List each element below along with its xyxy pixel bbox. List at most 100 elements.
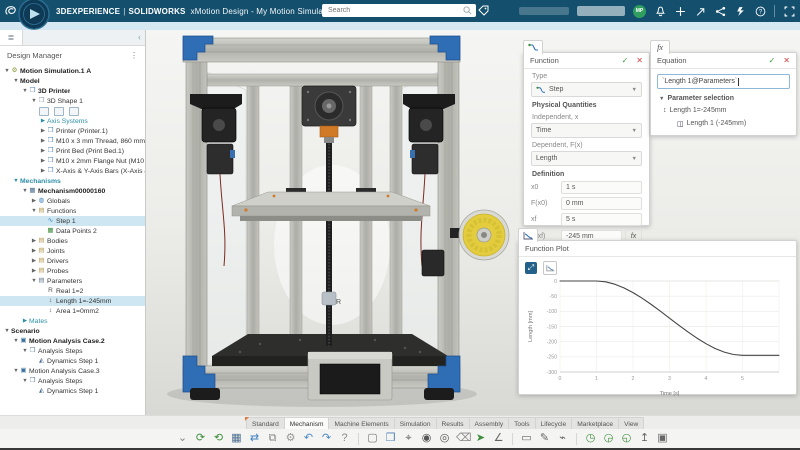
tree-row[interactable]: ▼Mechanisms	[0, 176, 145, 186]
tree-row[interactable]: ▼▦Mechanism00000160	[0, 186, 145, 196]
tree-row[interactable]: ▼▣Motion Analysis Case.3	[0, 366, 145, 376]
robot-icon[interactable]: ⌁	[556, 433, 569, 444]
tree-row[interactable]: RReal 1=2	[0, 286, 145, 296]
expander-closed-icon[interactable]: ▶	[30, 248, 38, 254]
ok-check-icon[interactable]: ✓	[769, 56, 776, 65]
tree-row[interactable]: ▶❒Print Bed (Print Bed.1)	[0, 146, 145, 156]
help-icon[interactable]: ?	[754, 5, 766, 17]
parameter-item[interactable]: ↕Length 1=-245mm	[651, 104, 796, 117]
briefcase-icon[interactable]: ▣	[656, 433, 669, 444]
tree-row[interactable]: ∿Step 1	[0, 216, 145, 226]
expander-open-icon[interactable]: ▼	[12, 178, 20, 184]
expander-open-icon[interactable]: ▼	[3, 328, 11, 334]
tree-row[interactable]: ◭Dynamics Step 1	[0, 356, 145, 366]
expander-open-icon[interactable]: ▼	[12, 78, 20, 84]
tree-row[interactable]: ▶❒Printer (Printer.1)	[0, 126, 145, 136]
cancel-x-icon[interactable]: ✕	[783, 56, 790, 65]
reload-icon[interactable]: ⇄	[248, 433, 261, 444]
cube-icon[interactable]: ❒	[384, 433, 397, 444]
view-eye-icon[interactable]: ◉	[420, 433, 433, 444]
flash-icon[interactable]	[734, 5, 746, 17]
function-panel-tab[interactable]	[523, 40, 543, 54]
equation-panel-tab[interactable]: fx	[650, 40, 670, 54]
field-value-input[interactable]: 1 s	[561, 181, 642, 194]
plane-yz-icon[interactable]	[54, 107, 64, 116]
tree-row[interactable]: ▼⚙Motion Simulation.1 A	[0, 66, 145, 76]
expander-open-icon[interactable]: ▼	[30, 98, 38, 104]
avatar[interactable]: MP	[633, 5, 646, 18]
tree-row[interactable]: ▼▤Parameters	[0, 276, 145, 286]
redo-icon[interactable]: ↷	[320, 433, 333, 444]
export-icon[interactable]: ⧉	[266, 433, 279, 444]
dependent-select[interactable]: Length ▼	[531, 151, 642, 166]
plane-zx-icon[interactable]	[69, 107, 79, 116]
expander-open-icon[interactable]: ▼	[21, 378, 29, 384]
expander-open-icon[interactable]: ▼	[12, 338, 20, 344]
printer-model[interactable]: R	[150, 30, 520, 418]
expander-closed-icon[interactable]: ▶	[39, 158, 47, 164]
ok-check-icon[interactable]: ✓	[622, 56, 629, 65]
expander-open-icon[interactable]: ▼	[21, 348, 29, 354]
tree-row[interactable]: ▼Scenario	[0, 326, 145, 336]
expander-closed-icon[interactable]: ▶	[30, 268, 38, 274]
tree-row[interactable]: ▼❒3D Shape 1	[0, 96, 145, 106]
history-back-icon[interactable]: ◶	[602, 433, 615, 444]
type-select[interactable]: Step ▼	[531, 82, 642, 97]
tree-row[interactable]: ▶Mates	[0, 316, 145, 326]
select-cursor-icon[interactable]: ➤	[474, 433, 487, 444]
field-value-input[interactable]: 5 s	[561, 213, 642, 226]
expander-closed-icon[interactable]: ▶	[21, 318, 29, 324]
app-subtitle[interactable]: xMotion Design - My Motion Simulations	[191, 7, 341, 16]
expander-open-icon[interactable]: ▼	[21, 88, 29, 94]
publish-icon[interactable]: ↥	[638, 433, 651, 444]
annotate-icon[interactable]: ✎	[538, 433, 551, 444]
bell-icon[interactable]	[654, 5, 666, 17]
parameter-selection-section[interactable]: ▼ Parameter selection	[651, 91, 796, 104]
tree-row[interactable]: ↕Area 1=0mm2	[0, 306, 145, 316]
3dexperience-compass-icon[interactable]	[17, 0, 53, 36]
plane-xy-icon[interactable]	[39, 107, 49, 116]
tree-row[interactable]: ▶❒M10 x 2mm Flange Nut (M10 x 2mm...	[0, 156, 145, 166]
dassault-3ds-logo-icon[interactable]	[4, 4, 18, 18]
tree-row[interactable]: ▼❒Analysis Steps	[0, 346, 145, 356]
expander-closed-icon[interactable]: ▶	[30, 198, 38, 204]
help-icon[interactable]: ?	[338, 433, 351, 444]
expander-closed-icon[interactable]: ▶	[39, 168, 47, 174]
expander-open-icon[interactable]: ▼	[30, 278, 38, 284]
expander-closed-icon[interactable]: ▶	[39, 118, 47, 124]
tree-row[interactable]: ◭Dynamics Step 1	[0, 386, 145, 396]
tree-row[interactable]: ↕Length 1=-245mm	[0, 296, 145, 306]
cancel-x-icon[interactable]: ✕	[636, 56, 643, 65]
expand-more-icon[interactable]: ⌄	[176, 433, 189, 444]
tree-row[interactable]: ▶❒X-Axis & Y-Axis Bars (X-Axis & Y-Axis.…	[0, 166, 145, 176]
tree-row[interactable]: ▼❒3D Printer	[0, 86, 145, 96]
erase-icon[interactable]: ⌫	[456, 433, 469, 444]
history-forward-icon[interactable]: ◵	[620, 433, 633, 444]
kebab-menu-icon[interactable]: ⋮	[130, 51, 138, 60]
search-bar[interactable]	[322, 4, 476, 17]
share-icon[interactable]	[714, 5, 726, 17]
tree-row[interactable]: ▼Model	[0, 76, 145, 86]
collapse-panel-icon[interactable]: ‹	[134, 33, 145, 42]
frame-icon[interactable]: ▢	[366, 433, 379, 444]
independent-select[interactable]: Time ▼	[531, 123, 642, 138]
settings-gear-icon[interactable]: ⚙	[284, 433, 297, 444]
expander-open-icon[interactable]: ▼	[12, 368, 20, 374]
tree-row[interactable]: ▶◍Globals	[0, 196, 145, 206]
measure-icon[interactable]: ∠	[492, 433, 505, 444]
expander-closed-icon[interactable]: ▶	[39, 138, 47, 144]
screen-icon[interactable]: ▭	[520, 433, 533, 444]
add-icon[interactable]	[674, 5, 686, 17]
expander-open-icon[interactable]: ▼	[3, 68, 11, 74]
undo-icon[interactable]: ↶	[302, 433, 315, 444]
tree-row[interactable]: ▶▤Probes	[0, 266, 145, 276]
search-icon[interactable]	[463, 6, 472, 15]
plot-panel-tab[interactable]	[518, 228, 538, 242]
search-input[interactable]	[326, 6, 463, 15]
tree-row[interactable]: ▦Data Points 2	[0, 226, 145, 236]
update-icon[interactable]: ⟲	[212, 433, 225, 444]
history-play-icon[interactable]: ◷	[584, 433, 597, 444]
equation-input[interactable]: `Length 1@Parameters`	[657, 74, 790, 89]
tree-row[interactable]: ▶▤Joints	[0, 246, 145, 256]
tree-row[interactable]: ▼▣Motion Analysis Case.2	[0, 336, 145, 346]
